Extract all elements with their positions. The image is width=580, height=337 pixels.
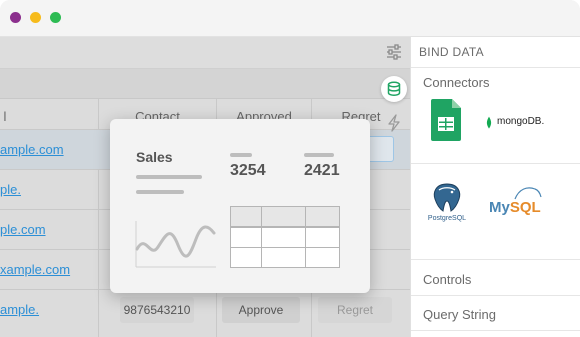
mysql-label: MySQL [489, 199, 541, 216]
sparkline-chart [135, 221, 216, 268]
mongodb-label: mongoDB. [497, 116, 545, 127]
email-link[interactable]: ple.com [0, 222, 46, 237]
title-bar [0, 0, 580, 37]
postgresql-label: PostgreSQL [427, 215, 467, 222]
divider [411, 330, 580, 331]
google-sheets-icon[interactable] [431, 99, 461, 141]
lightning-icon[interactable] [386, 114, 402, 132]
controls-section[interactable]: Controls [423, 272, 471, 287]
sales-widget-card[interactable]: Sales 3254 2421 [110, 119, 370, 293]
email-link[interactable]: ple. [0, 182, 21, 197]
panel-title: BIND DATA [419, 45, 484, 59]
phone-cell: 9876543210 [120, 297, 194, 323]
bind-data-button[interactable] [381, 76, 407, 102]
sliders-icon[interactable] [386, 44, 402, 60]
placeholder-bar [304, 153, 334, 157]
table-row[interactable]: ample. 9876543210 Approve Regret [0, 289, 410, 329]
close-button[interactable] [10, 12, 21, 23]
maximize-button[interactable] [50, 12, 61, 23]
minimize-button[interactable] [30, 12, 41, 23]
query-string-section[interactable]: Query String [423, 307, 496, 322]
mysql-label-b: SQL [509, 199, 541, 216]
placeholder-bar [136, 175, 202, 179]
divider [411, 67, 580, 68]
mini-table [230, 206, 340, 268]
connectors-heading: Connectors [423, 75, 490, 90]
placeholder-bar [136, 190, 184, 194]
email-link[interactable]: xample.com [0, 262, 70, 277]
canvas-toolbar [0, 37, 410, 69]
stat-value: 3254 [230, 162, 266, 179]
placeholder-bar [230, 153, 252, 157]
database-icon [387, 81, 401, 96]
postgresql-icon[interactable]: PostgreSQL [425, 181, 469, 227]
divider [411, 259, 580, 260]
email-link[interactable]: ample. [0, 302, 39, 317]
stat-value: 2421 [304, 162, 340, 179]
mysql-icon[interactable]: MySQL [489, 187, 549, 221]
divider [411, 295, 580, 296]
mysql-label-a: My [489, 199, 510, 216]
email-link[interactable]: ample.com [0, 142, 64, 157]
card-title: Sales [136, 149, 173, 165]
bind-data-panel: BIND DATA Connectors mongoDB. PostgreSQL… [410, 37, 580, 337]
regret-button[interactable]: Regret [318, 297, 392, 323]
table-toolbar-strip [0, 69, 410, 99]
mongodb-icon[interactable]: mongoDB. [485, 116, 565, 132]
divider [411, 163, 580, 164]
approve-button[interactable]: Approve [222, 297, 300, 323]
